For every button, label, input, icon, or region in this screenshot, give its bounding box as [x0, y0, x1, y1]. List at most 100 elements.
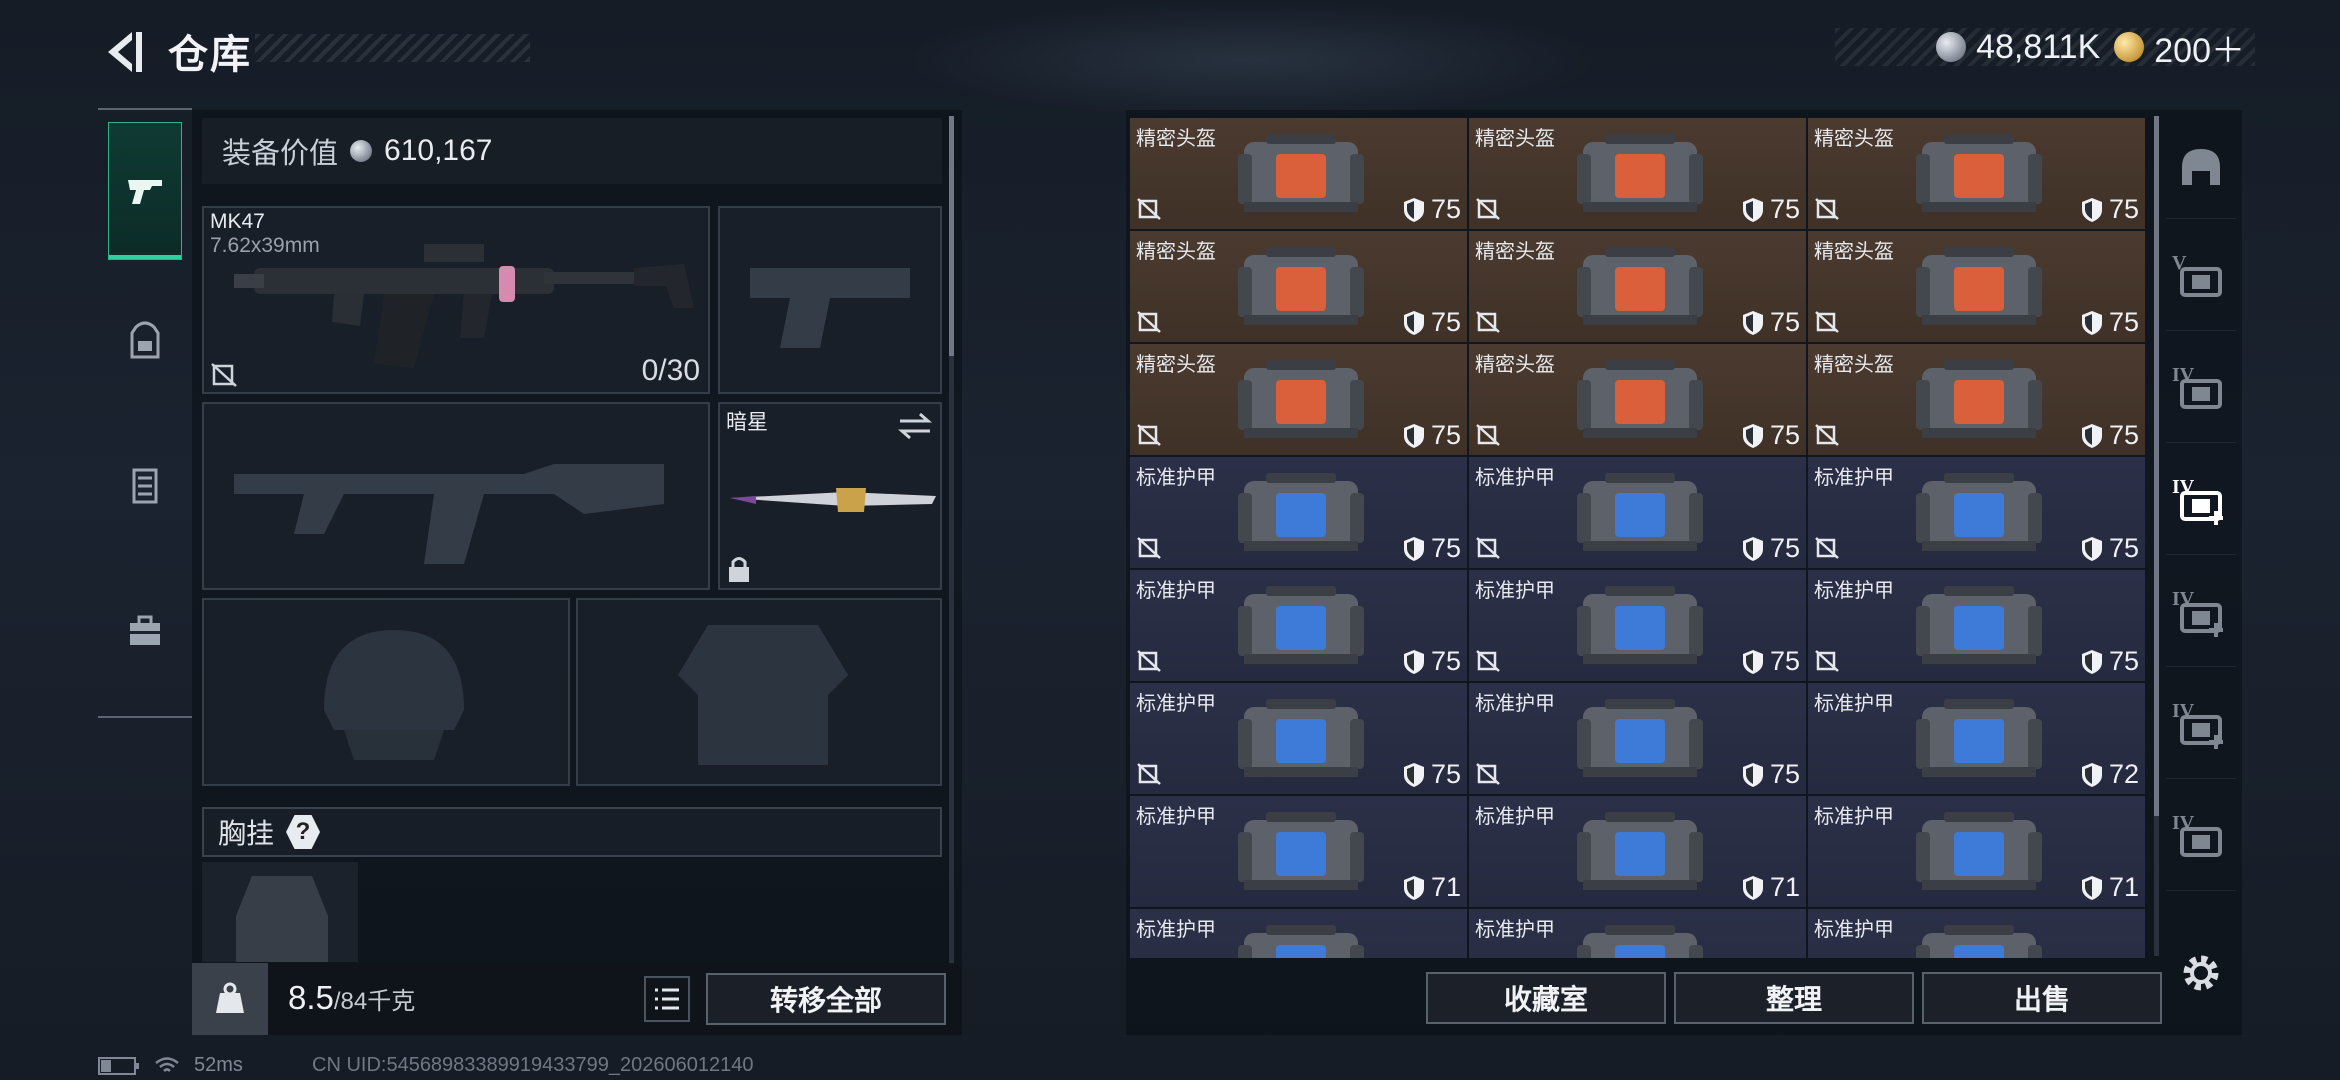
tier-label: IV	[2172, 588, 2195, 610]
item-name: 标准护甲	[1136, 919, 1216, 941]
durability: 75	[2081, 307, 2139, 338]
armor-silhouette-icon	[678, 625, 848, 765]
secondary-weapon-slot[interactable]	[202, 402, 710, 590]
durability: 75	[2081, 194, 2139, 225]
stash-item[interactable]: 精密头盔 75	[1469, 118, 1806, 229]
stash-item[interactable]: 标准护甲 75	[1808, 457, 2145, 568]
stash-item[interactable]: 精密头盔 75	[1808, 118, 2145, 229]
tab-toolbox[interactable]	[98, 560, 192, 700]
durability-shield-icon	[1742, 197, 1763, 222]
settings-gear-icon[interactable]	[2178, 950, 2224, 996]
chest-rig-label: 胸挂	[218, 818, 275, 849]
filter-medkit-tier-iv[interactable]: IV	[2166, 454, 2236, 555]
collection-room-button[interactable]: 收藏室	[1426, 972, 1666, 1024]
stash-item[interactable]: 标准护甲 75	[1469, 457, 1806, 568]
filter-medkit-tier-iv[interactable]: IV	[2166, 678, 2236, 779]
filter-armor-tier-iv[interactable]: IV	[2166, 342, 2236, 443]
filter-armor-tier-v[interactable]: V	[2166, 230, 2236, 331]
melee-name: 暗星	[726, 411, 768, 434]
stash-item[interactable]: 精密头盔 75	[1130, 118, 1467, 229]
durability-value: 75	[1430, 307, 1461, 337]
filter-helmet[interactable]	[2166, 118, 2236, 219]
item-name: 精密头盔	[1475, 354, 1555, 376]
swap-icon[interactable]	[898, 412, 932, 440]
stash-item[interactable]: 标准护甲 71	[1469, 796, 1806, 907]
durability-shield-icon	[2081, 310, 2102, 335]
organize-button[interactable]: 整理	[1674, 972, 1914, 1024]
tab-backpack[interactable]	[98, 270, 192, 410]
stash-item[interactable]: 精密头盔 75	[1469, 344, 1806, 455]
no-insure-icon	[1137, 424, 1161, 446]
list-view-button[interactable]	[644, 976, 690, 1022]
page-title: 仓库	[168, 33, 252, 77]
stash-item[interactable]: 标准护甲 75	[1808, 570, 2145, 681]
durability-value: 75	[1769, 194, 1800, 224]
durability: 75	[1742, 420, 1800, 451]
stash-item[interactable]: 标准护甲	[1808, 909, 2145, 958]
currency-bar: 48,811K 200＋	[1835, 28, 2255, 70]
no-insure-icon	[1815, 311, 1839, 333]
no-insure-icon	[1476, 311, 1500, 333]
durability-shield-icon	[2081, 197, 2102, 222]
stash-item[interactable]: 精密头盔 75	[1130, 231, 1467, 342]
tab-firearms[interactable]	[108, 122, 182, 260]
helmet-case-icon	[1577, 134, 1703, 212]
stash-item[interactable]: 精密头盔 75	[1808, 231, 2145, 342]
scrollbar-thumb[interactable]	[2154, 116, 2159, 816]
durability-shield-icon	[1403, 649, 1424, 674]
durability-value: 75	[2108, 646, 2139, 676]
stash-scrollbar[interactable]	[2154, 116, 2159, 956]
backpack-icon	[130, 321, 160, 359]
stash-item[interactable]: 标准护甲	[1469, 909, 1806, 958]
armor-case-icon	[1238, 586, 1364, 664]
durability-shield-icon	[1742, 649, 1763, 674]
no-insure-icon	[1137, 537, 1161, 559]
stash-item[interactable]: 标准护甲 75	[1469, 683, 1806, 794]
stash-item[interactable]: 标准护甲	[1130, 909, 1467, 958]
pistol-slot[interactable]	[718, 206, 942, 394]
stash-item[interactable]: 标准护甲 71	[1130, 796, 1467, 907]
item-name: 标准护甲	[1136, 580, 1216, 602]
stash-item[interactable]: 精密头盔 75	[1469, 231, 1806, 342]
scrollbar-thumb[interactable]	[949, 116, 954, 356]
filter-medkit-tier-iv[interactable]: IV	[2166, 566, 2236, 667]
durability: 75	[1742, 533, 1800, 564]
armor-case-icon	[1577, 473, 1703, 551]
melee-slot[interactable]: 暗星	[718, 402, 942, 590]
durability-value: 75	[2108, 307, 2139, 337]
item-name: 标准护甲	[1814, 806, 1894, 828]
stash-item[interactable]: 标准护甲 75	[1130, 457, 1467, 568]
back-arrow-icon[interactable]	[96, 26, 148, 78]
stash-item[interactable]: 标准护甲 75	[1130, 683, 1467, 794]
filter-ammo-tier-iv[interactable]: IV	[2166, 790, 2236, 891]
helmet-case-icon	[1238, 134, 1364, 212]
durability-value: 75	[1769, 420, 1800, 450]
no-insure-icon	[1476, 424, 1500, 446]
loadout-scrollbar[interactable]	[949, 116, 954, 966]
durability-shield-icon	[1403, 536, 1424, 561]
durability-shield-icon	[1742, 762, 1763, 787]
chest-rig-slot[interactable]	[202, 862, 358, 962]
firearm-icon	[128, 180, 162, 204]
sell-button[interactable]: 出售	[1922, 972, 2162, 1024]
helmet-slot[interactable]	[202, 598, 570, 786]
help-icon[interactable]: ?	[286, 815, 321, 849]
stash-item[interactable]: 精密头盔 75	[1808, 344, 2145, 455]
tab-vest[interactable]	[98, 415, 192, 555]
armor-slot[interactable]	[576, 598, 942, 786]
armor-case-icon	[1916, 812, 2042, 890]
primary-weapon-slot[interactable]: MK47 7.62x39mm 0/30	[202, 206, 710, 394]
stash-item[interactable]: 标准护甲 75	[1469, 570, 1806, 681]
weight-icon	[216, 982, 244, 1013]
stash-item[interactable]: 精密头盔 75	[1130, 344, 1467, 455]
durability-value: 75	[1430, 646, 1461, 676]
carry-capacity: /84千克	[333, 988, 416, 1015]
stash-item[interactable]: 标准护甲 71	[1808, 796, 2145, 907]
gold-currency[interactable]: 200＋	[2114, 23, 2245, 72]
stash-item[interactable]: 标准护甲 72	[1808, 683, 2145, 794]
silver-currency[interactable]: 48,811K	[1936, 28, 2100, 67]
rifle-silhouette-icon	[234, 464, 664, 564]
transfer-all-button[interactable]: 转移全部	[706, 973, 946, 1025]
durability: 75	[1403, 194, 1461, 225]
stash-item[interactable]: 标准护甲 75	[1130, 570, 1467, 681]
